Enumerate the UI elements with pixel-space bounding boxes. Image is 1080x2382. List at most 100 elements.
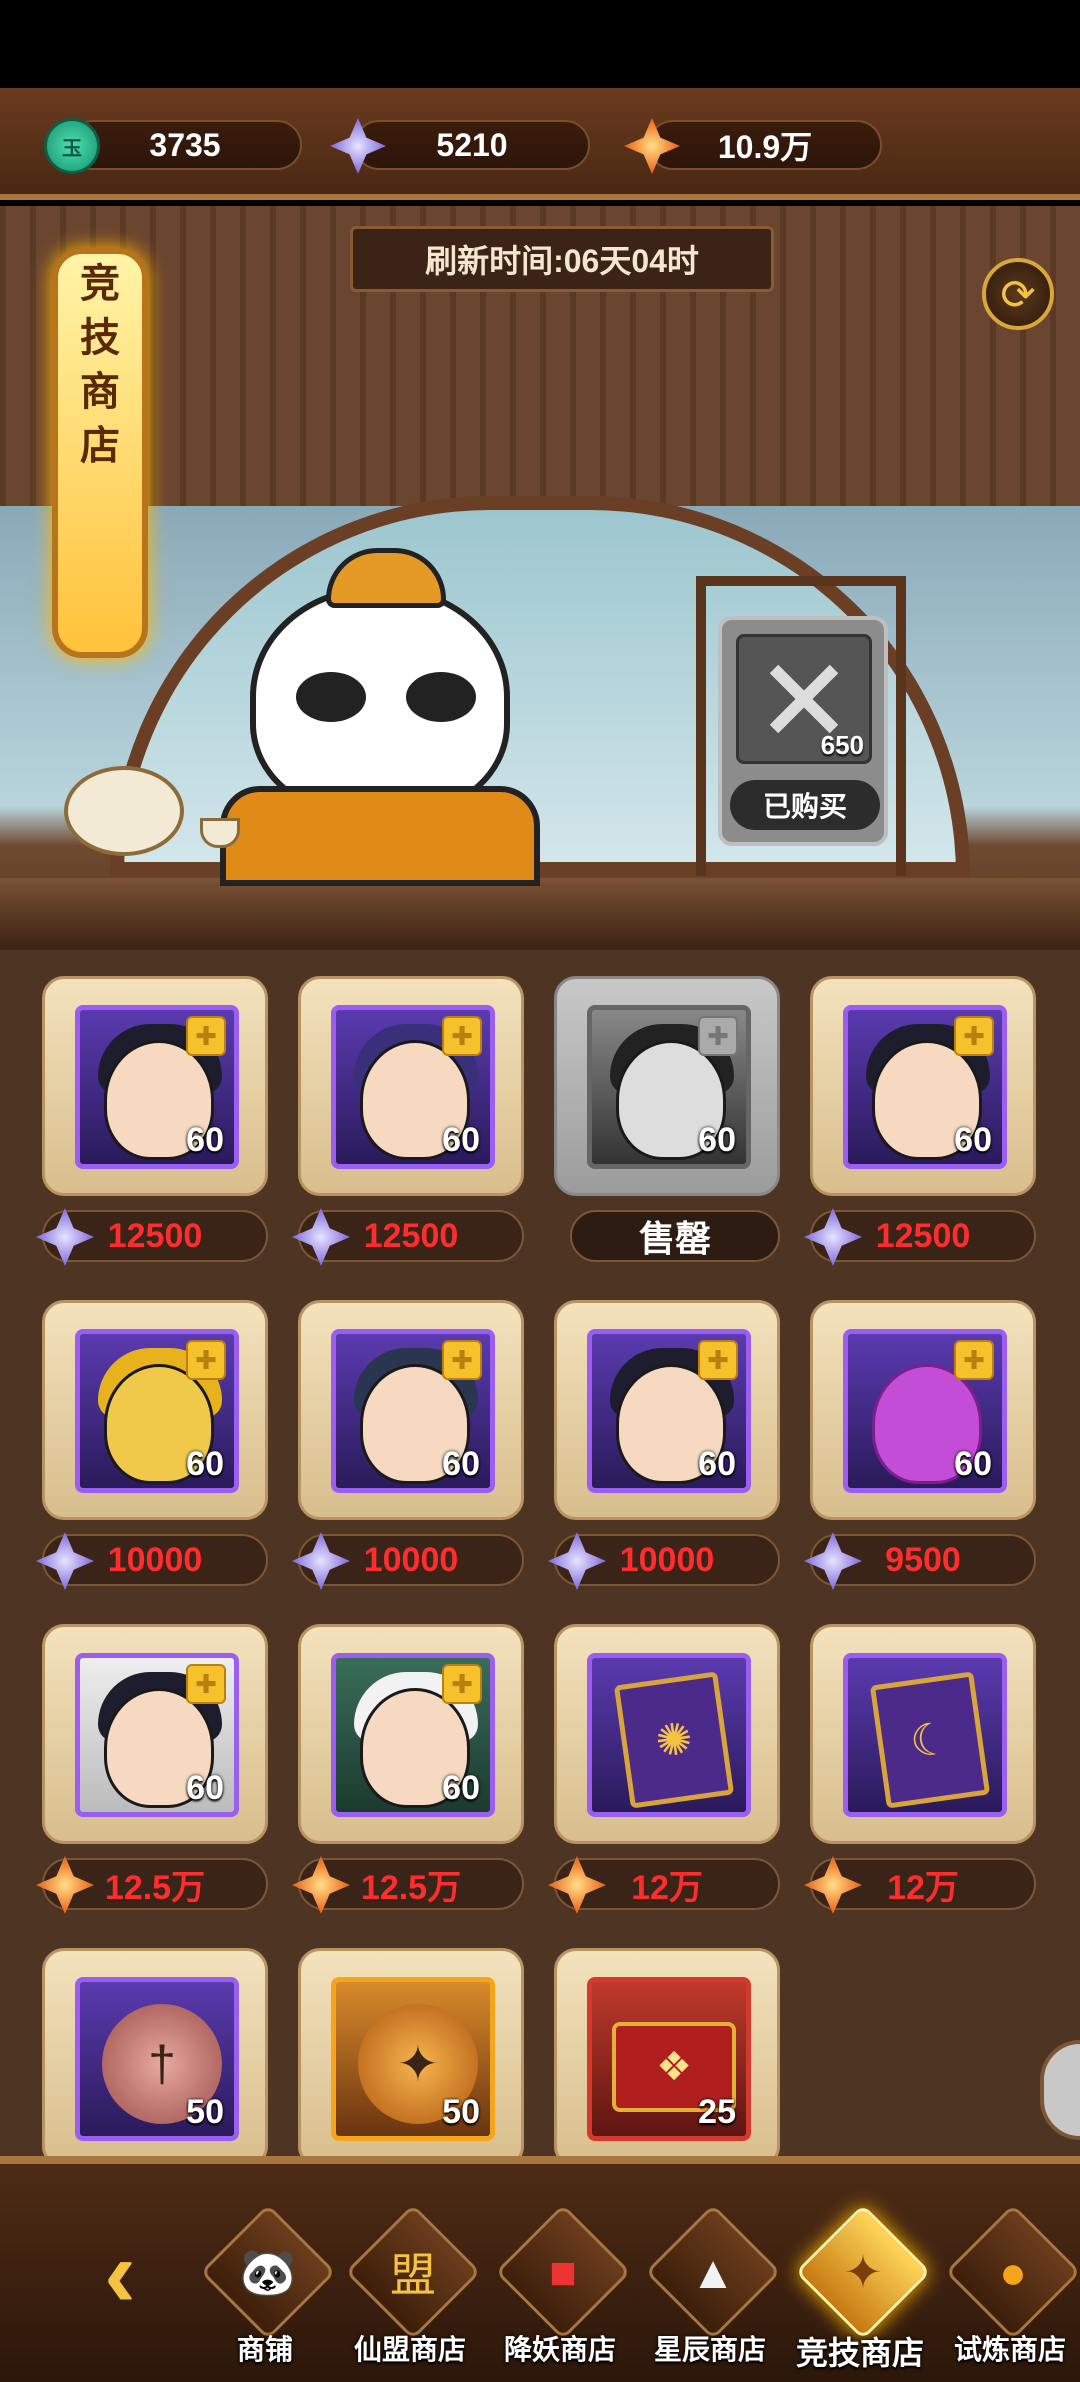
shop-counter [0,878,1080,950]
puzzle-icon: ✚ [186,1016,226,1056]
tab-shop[interactable]: 🐼 商铺 [190,2204,340,2382]
currency-jade: 玉 3735 [44,118,302,174]
shop-item[interactable]: ☾ [810,1624,1036,1844]
item-price[interactable]: 9500 [804,1532,1036,1590]
featured-status: 已购买 [730,780,880,830]
arena-token-icon [548,1856,606,1914]
shop-title-banner: 竞 技 商 店 [52,248,148,658]
status-bar [0,0,1080,88]
featured-quantity: 650 [820,730,864,760]
shop-item[interactable]: † 50 [42,1948,268,2156]
hero-portrait: ✚ 60 [587,1329,751,1493]
puzzle-icon: ✚ [442,1664,482,1704]
panda-robe [220,786,540,886]
sold-out-label: 售罄 [570,1210,780,1262]
shop-grid: ✚ 60 12500 ✚ 60 12500 ✚ 60 售罄 ✚ 60 12500 ✚ 60… [0,950,1080,2156]
shop-item[interactable]: ✚ 60 [42,1300,268,1520]
pagoda-icon: ▲ [690,2246,736,2298]
tab-star-shop[interactable]: ▲ 星辰商店 [635,2204,785,2382]
currency-value: 3735 [149,126,221,163]
crystal-icon [804,1532,862,1590]
moon-card-icon: ☾ [869,1671,991,1809]
trial-icon: ● [999,2246,1027,2298]
teapot-icon [64,766,184,856]
arena-icon: ✦ [843,2246,883,2298]
puzzle-icon: ✚ [698,1340,738,1380]
coin-item: ✦ 50 [331,1977,495,2141]
crystal-icon [36,1208,94,1266]
item-price[interactable]: 10000 [292,1532,524,1590]
shop-item[interactable]: ❖ 25 [554,1948,780,2156]
featured-item[interactable]: 650 已购买 [718,616,888,846]
refresh-timer: 刷新时间:06天04时 [350,226,774,292]
card-item: ✺ [587,1653,751,1817]
hero-portrait: ✚ 60 [331,1005,495,1169]
arena-token-icon [624,118,680,174]
arena-token-icon [292,1856,350,1914]
chevron-left-icon: ‹ [104,2220,136,2327]
tab-demon-shop[interactable]: ■ 降妖商店 [485,2204,635,2382]
item-price[interactable]: 10000 [36,1532,268,1590]
item-price[interactable]: 12.5万 [292,1856,524,1914]
shop-item[interactable]: ✚ 60 [554,1300,780,1520]
hero-portrait: ✚ 60 [587,1005,751,1169]
alliance-scroll-icon: 盟 [390,2249,436,2301]
shop-item[interactable]: ✚ 60 [298,1624,524,1844]
item-price[interactable]: 12万 [548,1856,780,1914]
tab-arena-shop[interactable]: ✦ 竞技商店 [785,2204,935,2382]
hero-portrait: ✚ 60 [75,1005,239,1169]
side-scroll-tab[interactable] [1040,2040,1080,2140]
panda-shopkeeper [250,548,510,816]
shop-item[interactable]: ✚ 60 [42,976,268,1196]
refresh-icon: ⟳ [1000,270,1036,318]
refresh-button[interactable]: ⟳ [982,258,1054,330]
crystal-icon [548,1532,606,1590]
currency-bar: 玉 3735 5210 10.9万 [0,88,1080,200]
bottom-nav: ‹ 🐼 商铺 盟 仙盟商店 ■ 降妖商店 ▲ 星辰商店 ✦ 竞技商店 ● 试炼商… [0,2156,1080,2382]
shop-item[interactable]: ✚ 60 [810,976,1036,1196]
currency-crystal: 5210 [330,118,590,174]
currency-value: 5210 [436,126,508,163]
item-price[interactable]: 12500 [292,1208,524,1266]
item-price[interactable]: 12500 [36,1208,268,1266]
puzzle-icon: ✚ [954,1340,994,1380]
crystal-icon [292,1208,350,1266]
hero-portrait: ✚ 60 [843,1329,1007,1493]
shop-item[interactable]: ✺ [554,1624,780,1844]
puzzle-icon: ✚ [186,1664,226,1704]
item-price[interactable]: 12500 [804,1208,1036,1266]
hero-portrait: ✚ 60 [75,1653,239,1817]
shop-item[interactable]: ✚ 60 [298,976,524,1196]
currency-value: 10.9万 [717,129,813,165]
currency-token: 10.9万 [624,118,882,174]
puzzle-icon: ✚ [442,1340,482,1380]
shop-item-sold: ✚ 60 [554,976,780,1196]
back-arrow-button[interactable]: ‹ [70,2220,170,2327]
crystal-icon [330,118,386,174]
jade-coin-icon: 玉 [44,118,100,174]
shop-item[interactable]: ✚ 60 [42,1624,268,1844]
hero-portrait: ✚ 60 [75,1329,239,1493]
tab-alliance-shop[interactable]: 盟 仙盟商店 [335,2204,485,2382]
shop-scene: 竞 技 商 店 刷新时间:06天04时 ⟳ 650 已购买 [0,206,1080,950]
coin-item: † 50 [75,1977,239,2141]
arena-token-icon [36,1856,94,1914]
puzzle-icon: ✚ [698,1016,738,1056]
puzzle-icon: ✚ [186,1340,226,1380]
item-price[interactable]: 12.5万 [36,1856,268,1914]
shop-item[interactable]: ✦ 50 [298,1948,524,2156]
hero-portrait: ✚ 60 [843,1005,1007,1169]
arena-token-icon [804,1856,862,1914]
item-price[interactable]: 10000 [548,1532,780,1590]
shop-item[interactable]: ✚ 60 [298,1300,524,1520]
shop-item[interactable]: ✚ 60 [810,1300,1036,1520]
puzzle-icon: ✚ [954,1016,994,1056]
tab-trial-shop[interactable]: ● 试炼商店 [935,2204,1080,2382]
item-price[interactable]: 12万 [804,1856,1036,1914]
hero-portrait: ✚ 60 [331,1329,495,1493]
hero-portrait: ✚ 60 [331,1653,495,1817]
chest-item: ❖ 25 [587,1977,751,2141]
crystal-icon [36,1532,94,1590]
crystal-icon [804,1208,862,1266]
puzzle-icon: ✚ [442,1016,482,1056]
